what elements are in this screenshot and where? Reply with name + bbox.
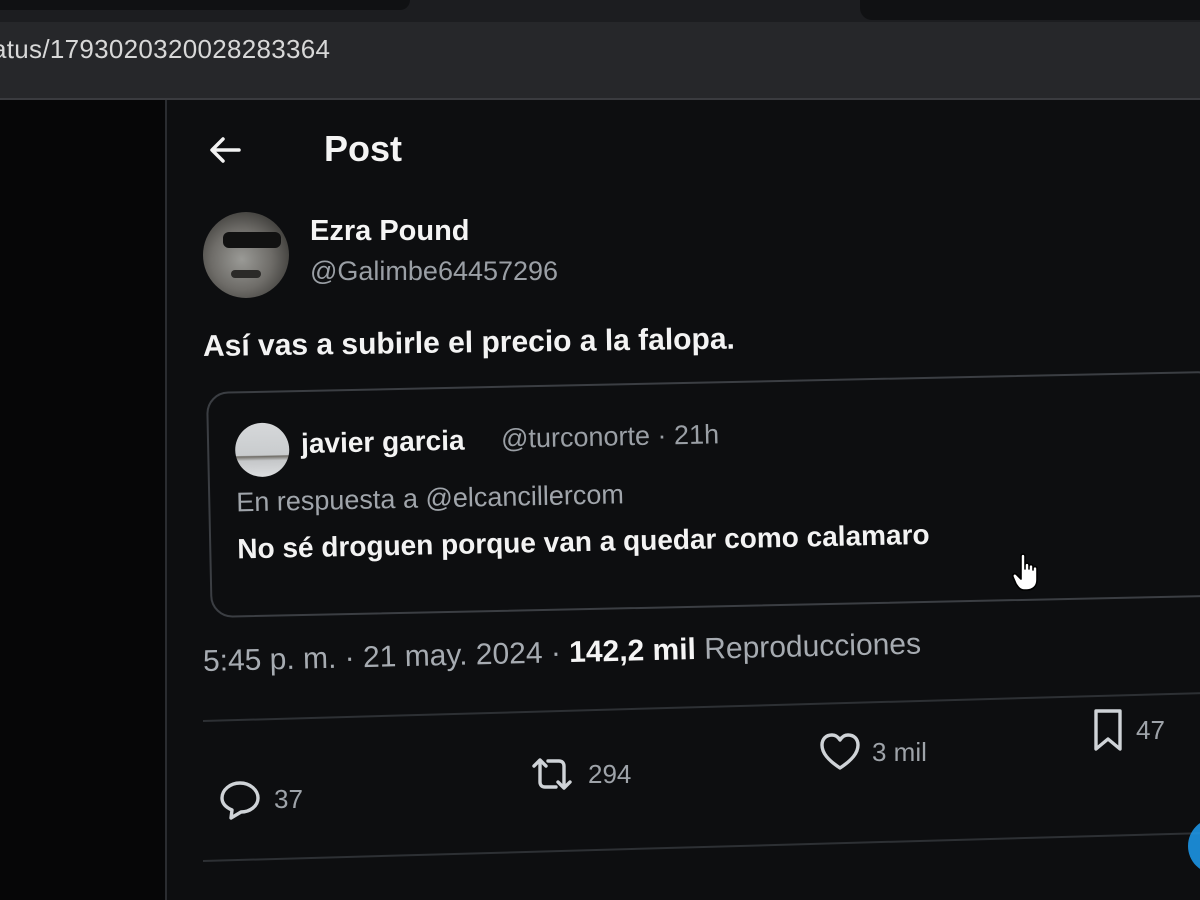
- heart-icon: [818, 730, 862, 774]
- avatar-mouth: [231, 270, 261, 278]
- like-button[interactable]: 3 mil: [818, 730, 927, 774]
- like-count: 3 mil: [872, 736, 927, 767]
- bookmark-count: 47: [1136, 714, 1165, 745]
- address-bar-url[interactable]: atus/1793020320028283364: [0, 34, 330, 65]
- browser-tab[interactable]: [860, 0, 1200, 20]
- quoted-reply-to: En respuesta a @elcancillercom: [236, 479, 625, 518]
- left-sidebar: [0, 100, 165, 900]
- bookmark-icon: [1090, 706, 1126, 754]
- meta-separator: ·: [649, 420, 675, 451]
- browser-chrome: atus/1793020320028283364: [0, 0, 1200, 100]
- author-avatar[interactable]: [203, 212, 289, 298]
- post-date[interactable]: 21 may. 2024: [363, 637, 543, 674]
- quoted-author-avatar[interactable]: [234, 422, 290, 478]
- quoted-author-handle: @turconorte: [500, 420, 651, 454]
- repost-button[interactable]: 294: [526, 752, 631, 796]
- quoted-post-text: No sé droguen porque van a quedar como c…: [236, 518, 930, 565]
- hand-cursor-icon: [1012, 552, 1040, 592]
- author-name[interactable]: Ezra Pound: [310, 215, 470, 248]
- views-label: Reproducciones: [703, 627, 922, 666]
- reply-button[interactable]: 37: [216, 775, 303, 823]
- post-time[interactable]: 5:45 p. m.: [203, 642, 337, 678]
- author-handle[interactable]: @Galimbe64457296: [310, 256, 558, 287]
- bookmark-button[interactable]: 47: [1090, 706, 1165, 754]
- quoted-author-name: javier garcia: [300, 424, 465, 460]
- views-count: 142,2 mil: [568, 632, 697, 670]
- repost-count: 294: [588, 758, 632, 789]
- arrow-left-icon[interactable]: [205, 130, 245, 170]
- meta-separator: ·: [335, 641, 364, 675]
- repost-icon: [526, 752, 578, 796]
- avatar-glasses: [223, 232, 281, 248]
- browser-tab[interactable]: [0, 0, 410, 10]
- meta-separator: ·: [542, 636, 570, 670]
- reply-icon: [216, 775, 264, 823]
- browser-tab-strip: [0, 0, 1200, 22]
- quoted-author-meta: @turconorte · 21h: [501, 419, 720, 455]
- quoted-post-card[interactable]: javier garcia @turconorte · 21h En respu…: [206, 370, 1200, 618]
- quoted-post-age: 21h: [673, 419, 720, 451]
- reply-count: 37: [274, 783, 303, 814]
- page-title: Post: [324, 128, 403, 169]
